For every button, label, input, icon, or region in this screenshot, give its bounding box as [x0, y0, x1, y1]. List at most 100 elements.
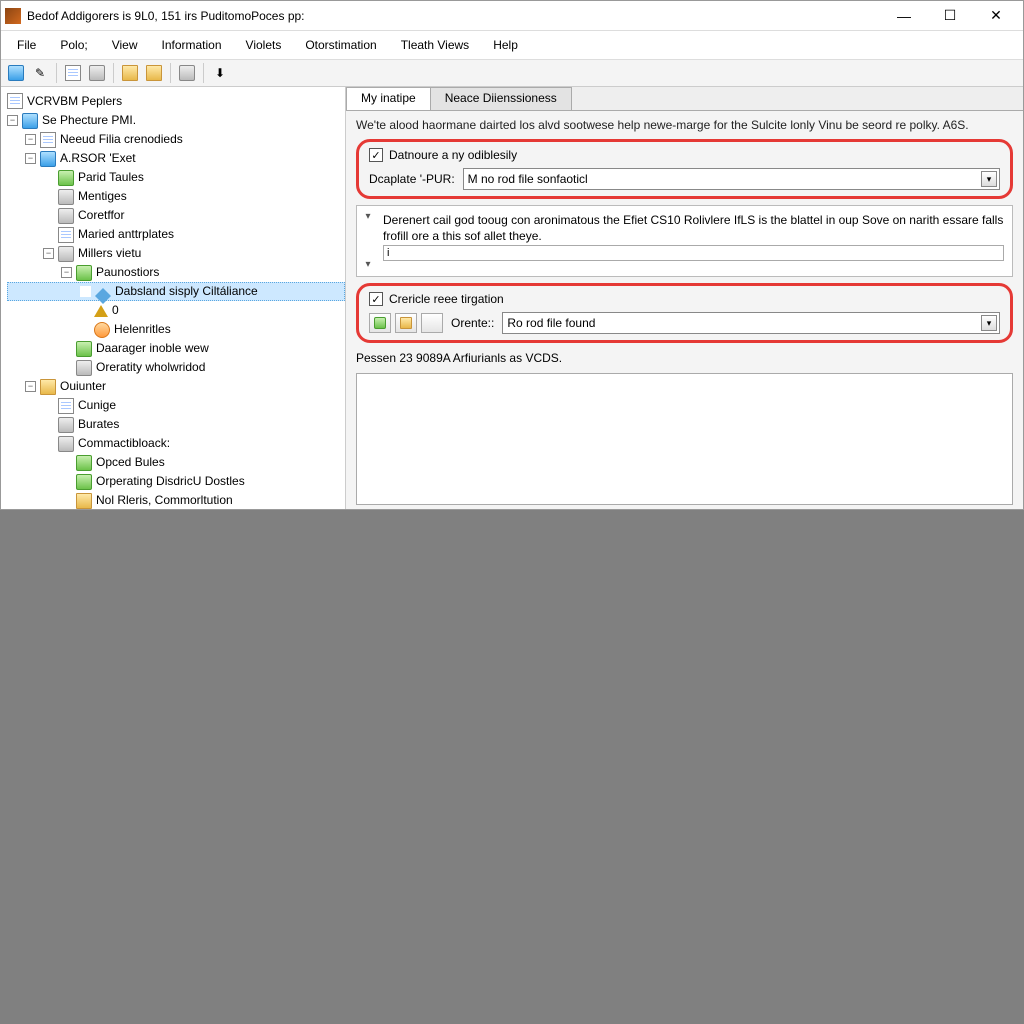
tree-item[interactable]: Mentiges — [7, 187, 345, 206]
tab-neace[interactable]: Neace Diienssioness — [430, 87, 572, 110]
green-icon — [76, 455, 92, 471]
tree-item[interactable]: − Ouiunter — [7, 377, 345, 396]
info-scroll-block[interactable]: ▾ ▾ Derenert cail god tooug con aronimat… — [356, 205, 1013, 277]
maximize-button[interactable]: ☐ — [927, 2, 973, 30]
chevron-down-icon[interactable]: ▾ — [981, 171, 997, 187]
tree-root[interactable]: VCRVBM Peplers — [1, 91, 345, 111]
tree-item[interactable]: 0 — [7, 301, 345, 320]
tree-item[interactable]: Dabsland sisply Ciltáliance — [7, 282, 345, 301]
tree-item-label: Coretffor — [78, 207, 124, 224]
tree-item[interactable]: −Se Phecture PMI. — [7, 111, 345, 130]
collapse-icon[interactable]: − — [25, 153, 36, 164]
expander-blank — [61, 362, 72, 373]
tree-item[interactable]: Orperating DisdricU Dostles — [7, 472, 345, 491]
description-text: We'te alood haormane dairted los alvd so… — [356, 117, 1013, 133]
separator-icon — [56, 63, 57, 83]
mini-folder-icon[interactable] — [395, 313, 417, 333]
orente-combo[interactable]: Ro rod file found ▾ — [502, 312, 1000, 334]
tree-item[interactable]: Oreratity wholwridod — [7, 358, 345, 377]
menu-information[interactable]: Information — [150, 34, 234, 56]
menu-violets[interactable]: Violets — [234, 34, 294, 56]
folder-icon[interactable] — [119, 62, 141, 84]
menu-view[interactable]: View — [100, 34, 150, 56]
separator-icon — [113, 63, 114, 83]
tree-item[interactable]: Daarager inoble wew — [7, 339, 345, 358]
folder-icon — [76, 493, 92, 509]
tree-item-label: Helenritles — [114, 321, 171, 338]
collapse-icon[interactable]: − — [7, 115, 18, 126]
green-icon — [76, 341, 92, 357]
main-window: Bedof Addigorers is 9L0, 151 irs Puditom… — [0, 0, 1024, 510]
checkbox-crericle[interactable]: ✓ — [369, 292, 383, 306]
tree-item-label: A.RSOR 'Exet — [60, 150, 136, 167]
tree-item[interactable]: Cunige — [7, 396, 345, 415]
collapse-icon[interactable]: − — [25, 134, 36, 145]
tree-pane[interactable]: VCRVBM Peplers −Se Phecture PMI.−Neeud F… — [1, 87, 346, 509]
expander-blank — [43, 191, 54, 202]
tree-item[interactable]: Parid Taules — [7, 168, 345, 187]
window-title: Bedof Addigorers is 9L0, 151 irs Puditom… — [27, 9, 881, 23]
tree-item[interactable]: −Millers vietu — [7, 244, 345, 263]
tree-item-label: Paunostiors — [96, 264, 159, 281]
tree-item[interactable]: − Neeud Filia crenodieds — [7, 130, 345, 149]
chevron-down-icon[interactable]: ▾ — [981, 315, 997, 331]
tree-item[interactable]: − A.RSOR 'Exet — [7, 149, 345, 168]
close-button[interactable]: ✕ — [973, 2, 1019, 30]
tree: −Se Phecture PMI.−Neeud Filia crenodieds… — [1, 111, 345, 509]
tree-item-label: Ouiunter — [60, 378, 106, 395]
scroll-line-1: Derenert cail god tooug con aronimatous … — [383, 213, 1003, 243]
orente-label: Orente:: — [451, 316, 494, 330]
menu-tleath-views[interactable]: Tleath Views — [389, 34, 481, 56]
expander-blank — [43, 229, 54, 240]
layers-icon[interactable] — [176, 62, 198, 84]
expander-blank — [61, 495, 72, 506]
blue-icon — [22, 113, 38, 129]
expander-blank — [43, 172, 54, 183]
tree-item-label: 0 — [112, 302, 119, 319]
tree-item-label: Opced Bules — [96, 454, 165, 471]
tree-item[interactable]: Maried anttrplates — [7, 225, 345, 244]
info-badge[interactable]: i — [383, 245, 1004, 262]
green-icon — [76, 474, 92, 490]
expander-blank — [43, 210, 54, 221]
tree-item[interactable]: Burates — [7, 415, 345, 434]
folder-open-icon[interactable] — [143, 62, 165, 84]
mini-blank-icon[interactable] — [421, 313, 443, 333]
tree-item[interactable]: Commactibloack: — [7, 434, 345, 453]
content-area: VCRVBM Peplers −Se Phecture PMI.−Neeud F… — [1, 87, 1023, 509]
menubar: File Polo; View Information Violets Otor… — [1, 31, 1023, 59]
scroll-up-icon[interactable]: ▾ — [361, 210, 375, 224]
tab-my-inatipe[interactable]: My inatipe — [346, 87, 431, 110]
minimize-button[interactable]: — — [881, 2, 927, 30]
download-icon[interactable]: ⬇ — [209, 62, 231, 84]
output-box[interactable] — [356, 373, 1013, 505]
orange-icon — [94, 322, 110, 338]
user-icon[interactable] — [86, 62, 108, 84]
expander-blank — [61, 476, 72, 487]
checkbox-row-1: ✓ Datnoure a ny odiblesily — [369, 148, 1000, 162]
wizard-icon[interactable]: ✎ — [29, 62, 51, 84]
collapse-icon[interactable]: − — [25, 381, 36, 392]
orente-combo-value: Ro rod file found — [507, 316, 595, 330]
tree-item-label: Neeud Filia crenodieds — [60, 131, 183, 148]
tree-item[interactable]: − Paunostiors — [7, 263, 345, 282]
dcaplate-combo[interactable]: M no rod file sonfaoticl ▾ — [463, 168, 1000, 190]
tree-item[interactable]: Opced Bules — [7, 453, 345, 472]
mini-tree-icon[interactable] — [369, 313, 391, 333]
menu-otorstimation[interactable]: Otorstimation — [293, 34, 388, 56]
tree-item[interactable]: Nol Rleris, Commorltution — [7, 491, 345, 509]
clipboard-icon[interactable] — [62, 62, 84, 84]
menu-help[interactable]: Help — [481, 34, 530, 56]
menu-polo[interactable]: Polo; — [48, 34, 99, 56]
collapse-icon[interactable]: − — [43, 248, 54, 259]
new-icon[interactable] — [5, 62, 27, 84]
scroll-down-icon[interactable]: ▾ — [361, 258, 375, 272]
checkbox-datnoure[interactable]: ✓ — [369, 148, 383, 162]
menu-file[interactable]: File — [5, 34, 48, 56]
folder-icon — [40, 379, 56, 395]
tree-item[interactable]: Coretffor — [7, 206, 345, 225]
separator-icon — [170, 63, 171, 83]
tree-item[interactable]: Helenritles — [7, 320, 345, 339]
titlebar: Bedof Addigorers is 9L0, 151 irs Puditom… — [1, 1, 1023, 31]
collapse-icon[interactable]: − — [61, 267, 72, 278]
